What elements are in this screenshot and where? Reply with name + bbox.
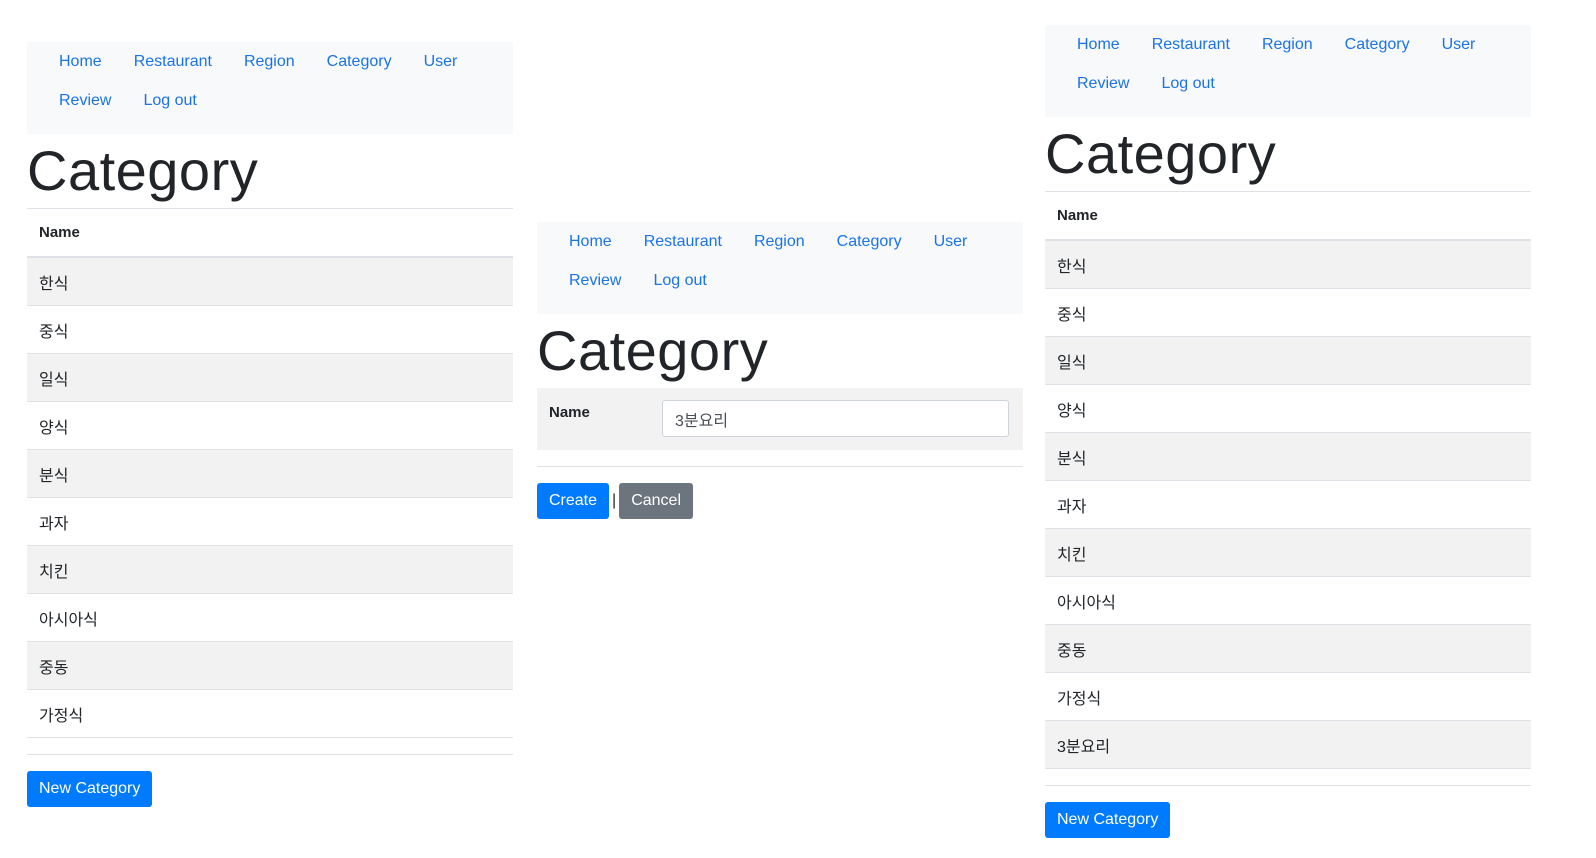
category-table: Name 한식 중식 일식 양식 분식 과자 치킨 아시아식 중동 가정식 3분요리 xyxy=(1045,191,1531,769)
nav-category-link[interactable]: Category xyxy=(311,53,408,71)
nav-region-link[interactable]: Region xyxy=(228,53,311,71)
table-row: 아시아식 xyxy=(1045,576,1531,625)
divider xyxy=(537,466,1023,467)
category-name-cell: 가정식 xyxy=(27,689,513,738)
category-name-cell: 가정식 xyxy=(1045,672,1531,721)
nav-user-link[interactable]: User xyxy=(1426,36,1492,54)
table-row: 중식 xyxy=(1045,288,1531,337)
name-input[interactable] xyxy=(662,400,1009,437)
new-category-button[interactable]: New Category xyxy=(27,771,153,807)
category-name-cell: 아시아식 xyxy=(1045,576,1531,625)
button-separator: | xyxy=(612,492,617,509)
category-create-panel: Home Restaurant Region Category User Rev… xyxy=(537,216,1023,519)
nav-review-link[interactable]: Review xyxy=(43,92,127,110)
nav-restaurant-link[interactable]: Restaurant xyxy=(118,53,228,71)
category-name-cell: 한식 xyxy=(1045,239,1531,289)
navbar: Home Restaurant Region Category User Rev… xyxy=(1045,25,1531,117)
table-row: 가정식 xyxy=(1045,672,1531,721)
nav-logout-link[interactable]: Log out xyxy=(127,92,212,110)
table-row: 중동 xyxy=(27,641,513,690)
category-name-cell: 양식 xyxy=(27,401,513,450)
table-row: 치킨 xyxy=(27,545,513,594)
category-name-cell: 아시아식 xyxy=(27,593,513,642)
table-row: 중식 xyxy=(27,305,513,354)
category-name-cell: 치킨 xyxy=(1045,528,1531,577)
column-header-name: Name xyxy=(1045,191,1531,241)
category-name-cell: 일식 xyxy=(27,353,513,402)
page-title: Category xyxy=(537,319,769,382)
divider xyxy=(1045,785,1531,786)
category-name-cell: 한식 xyxy=(27,256,513,306)
table-row: 분식 xyxy=(27,449,513,498)
table-row: 3분요리 xyxy=(1045,720,1531,769)
nav-home-link[interactable]: Home xyxy=(1061,36,1136,54)
new-category-button[interactable]: New Category xyxy=(1045,802,1171,838)
nav-logout-link[interactable]: Log out xyxy=(1145,75,1230,93)
category-list-panel-left: Home Restaurant Region Category User Rev… xyxy=(27,36,513,807)
table-row: 한식 xyxy=(27,256,513,306)
category-name-cell: 분식 xyxy=(27,449,513,498)
category-name-cell: 중동 xyxy=(1045,624,1531,673)
category-name-cell: 일식 xyxy=(1045,336,1531,385)
nav-review-link[interactable]: Review xyxy=(553,272,637,290)
nav-region-link[interactable]: Region xyxy=(1246,36,1329,54)
table-row: 치킨 xyxy=(1045,528,1531,577)
category-name-cell: 중동 xyxy=(27,641,513,690)
table-row: 과자 xyxy=(27,497,513,546)
name-label: Name xyxy=(549,404,590,421)
navbar: Home Restaurant Region Category User Rev… xyxy=(27,42,513,134)
category-form: Name xyxy=(537,388,1023,450)
table-row: 일식 xyxy=(27,353,513,402)
column-header-name: Name xyxy=(27,208,513,258)
divider xyxy=(27,754,513,755)
category-name-cell: 과자 xyxy=(27,497,513,546)
nav-review-link[interactable]: Review xyxy=(1061,75,1145,93)
table-row: 가정식 xyxy=(27,689,513,738)
navbar: Home Restaurant Region Category User Rev… xyxy=(537,222,1023,314)
table-row: 한식 xyxy=(1045,239,1531,289)
cancel-button[interactable]: Cancel xyxy=(619,483,693,519)
nav-category-link[interactable]: Category xyxy=(1329,36,1426,54)
table-row: 중동 xyxy=(1045,624,1531,673)
category-name-cell: 치킨 xyxy=(27,545,513,594)
category-name-cell: 3분요리 xyxy=(1045,720,1531,769)
category-list-panel-right: Home Restaurant Region Category User Rev… xyxy=(1045,19,1531,838)
category-table: Name 한식 중식 일식 양식 분식 과자 치킨 아시아식 중동 가정식 xyxy=(27,208,513,738)
nav-restaurant-link[interactable]: Restaurant xyxy=(1136,36,1246,54)
table-row: 아시아식 xyxy=(27,593,513,642)
create-button[interactable]: Create xyxy=(537,483,610,519)
nav-home-link[interactable]: Home xyxy=(43,53,118,71)
table-row: 양식 xyxy=(1045,384,1531,433)
table-row: 일식 xyxy=(1045,336,1531,385)
category-name-cell: 양식 xyxy=(1045,384,1531,433)
nav-user-link[interactable]: User xyxy=(918,233,984,251)
page-title: Category xyxy=(1045,122,1277,185)
nav-user-link[interactable]: User xyxy=(408,53,474,71)
table-row: 과자 xyxy=(1045,480,1531,529)
category-name-cell: 과자 xyxy=(1045,480,1531,529)
nav-region-link[interactable]: Region xyxy=(738,233,821,251)
category-name-cell: 분식 xyxy=(1045,432,1531,481)
nav-home-link[interactable]: Home xyxy=(553,233,628,251)
category-name-cell: 중식 xyxy=(27,305,513,354)
table-row: 양식 xyxy=(27,401,513,450)
nav-restaurant-link[interactable]: Restaurant xyxy=(628,233,738,251)
page-title: Category xyxy=(27,139,259,202)
nav-logout-link[interactable]: Log out xyxy=(637,272,722,290)
category-name-cell: 중식 xyxy=(1045,288,1531,337)
table-row: 분식 xyxy=(1045,432,1531,481)
nav-category-link[interactable]: Category xyxy=(821,233,918,251)
